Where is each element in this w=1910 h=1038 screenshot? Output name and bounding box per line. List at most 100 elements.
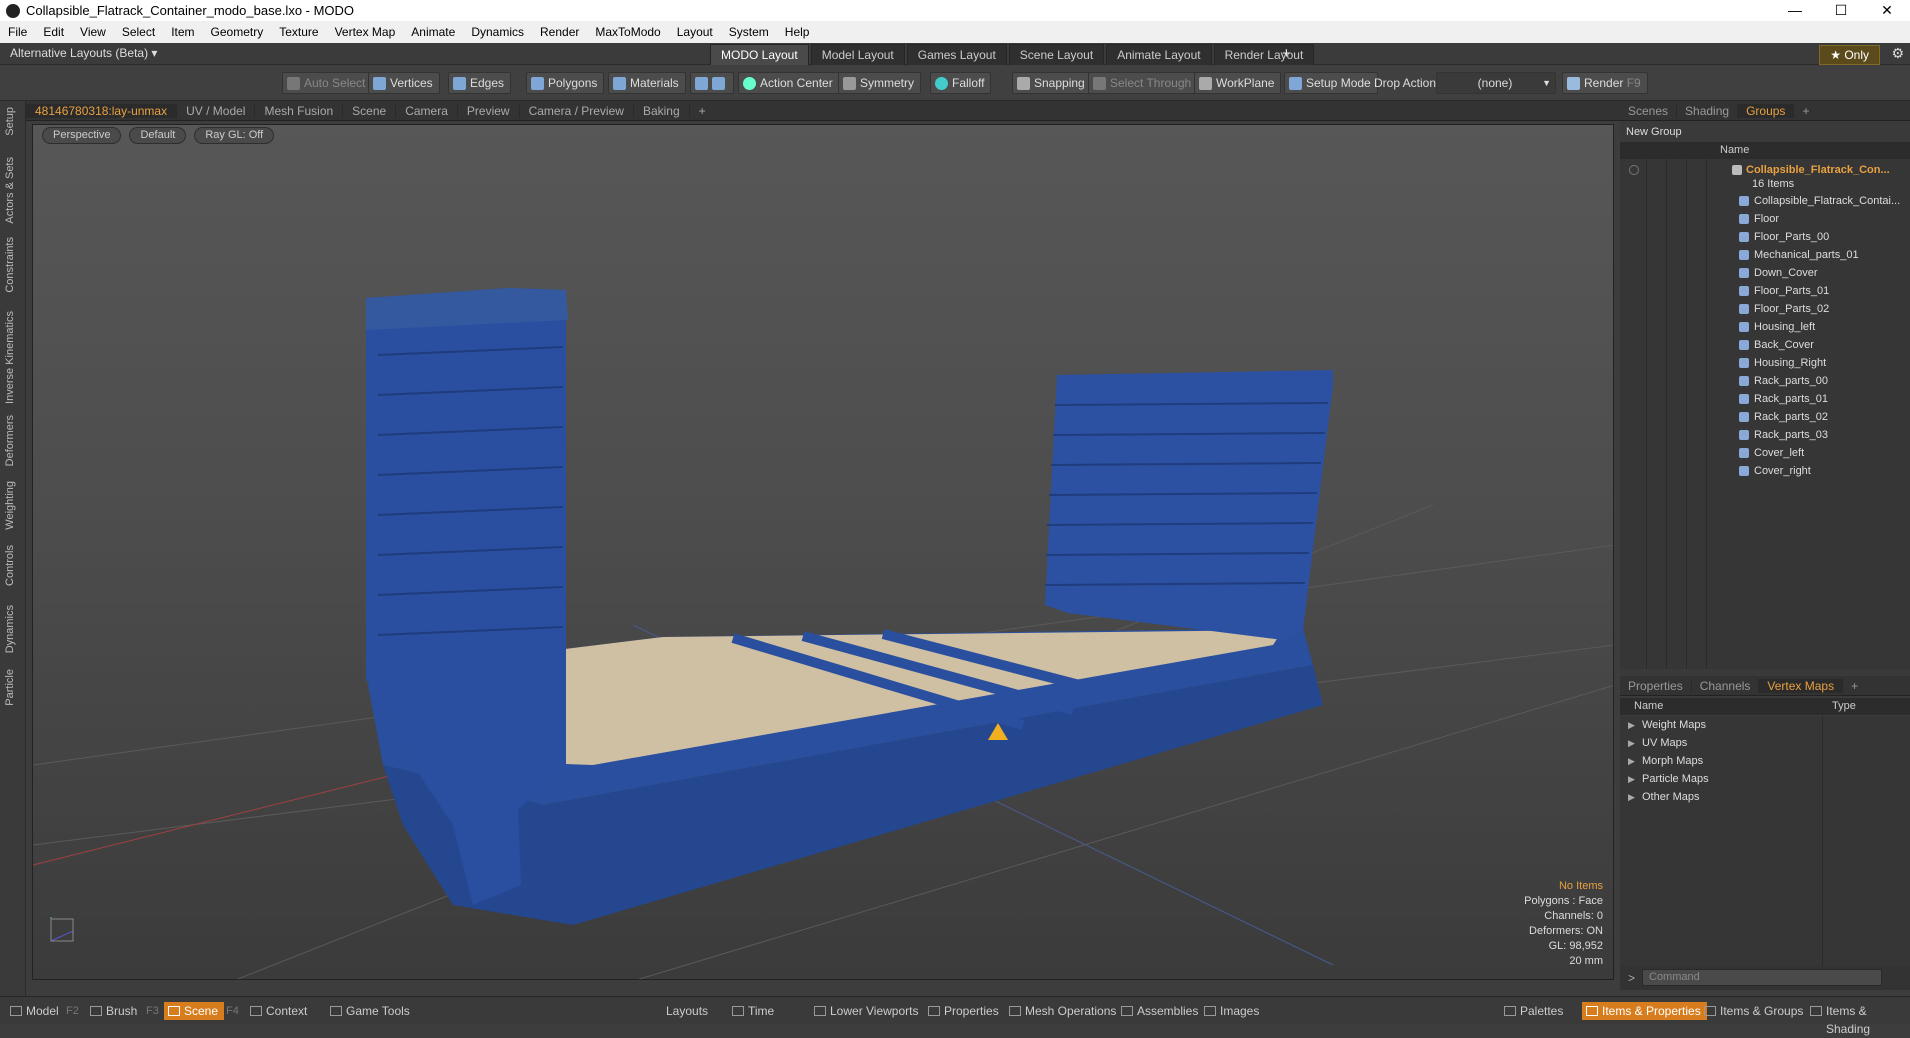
- tree-item[interactable]: Rack_parts_00: [1620, 372, 1910, 390]
- menu-system[interactable]: System: [721, 25, 777, 39]
- layouts-button[interactable]: Layouts: [660, 1002, 714, 1020]
- only-button[interactable]: ★ Only: [1819, 45, 1880, 65]
- tab-camera-preview[interactable]: Camera / Preview: [520, 103, 634, 118]
- tree-item[interactable]: Housing_Right: [1620, 354, 1910, 372]
- list-item[interactable]: ▶ Other Maps: [1620, 788, 1910, 806]
- menu-dynamics[interactable]: Dynamics: [463, 25, 532, 39]
- tab-uv-model[interactable]: UV / Model: [177, 103, 256, 118]
- vtab-deformers[interactable]: Deformers: [4, 415, 16, 466]
- vertices-button[interactable]: Vertices: [368, 72, 440, 94]
- tab-shading[interactable]: Shading: [1677, 103, 1739, 118]
- select-through-button[interactable]: Select Through: [1088, 72, 1199, 94]
- gear-icon[interactable]: ⚙: [1891, 45, 1904, 62]
- shading-default-button[interactable]: Default: [129, 126, 187, 144]
- maximize-button[interactable]: ☐: [1818, 0, 1864, 21]
- list-item[interactable]: ▶ Weight Maps: [1620, 716, 1910, 734]
- workplane-button[interactable]: WorkPlane: [1194, 72, 1282, 94]
- expand-icon[interactable]: ▶: [1628, 716, 1635, 734]
- tab-modo-layout[interactable]: MODO Layout: [710, 44, 809, 66]
- selection-mode-buttons[interactable]: [690, 72, 734, 94]
- expand-icon[interactable]: ▶: [1628, 734, 1635, 752]
- tab-render-layout[interactable]: Render Layout: [1213, 44, 1315, 66]
- symmetry-button[interactable]: Symmetry: [838, 72, 921, 94]
- items-shading-button[interactable]: Items & Shading: [1806, 1002, 1910, 1036]
- auto-select-button[interactable]: Auto Select: [282, 72, 373, 94]
- action-center-button[interactable]: Action Center: [738, 72, 840, 94]
- tab-scenes[interactable]: Scenes: [1620, 103, 1678, 118]
- tree-item[interactable]: Back_Cover: [1620, 336, 1910, 354]
- items-groups-button[interactable]: Items & Groups: [1700, 1002, 1809, 1020]
- vtab-dynamics[interactable]: Dynamics: [4, 605, 16, 653]
- game-tools-button[interactable]: Game Tools: [326, 1002, 416, 1020]
- scene-button[interactable]: Scene: [164, 1002, 225, 1020]
- list-item[interactable]: ▶ Particle Maps: [1620, 770, 1910, 788]
- render-button[interactable]: Render F9: [1562, 72, 1648, 94]
- expand-icon[interactable]: ▶: [1628, 770, 1635, 788]
- materials-button[interactable]: Materials: [608, 72, 686, 94]
- tree-item[interactable]: Floor_Parts_02: [1620, 300, 1910, 318]
- lower-viewports-button[interactable]: Lower Viewports: [810, 1002, 925, 1020]
- close-button[interactable]: ✕: [1864, 0, 1910, 21]
- tree-item[interactable]: Floor_Parts_01: [1620, 282, 1910, 300]
- tab-model-layout[interactable]: Model Layout: [810, 44, 905, 66]
- add-viewport-tab-button[interactable]: +: [690, 104, 715, 118]
- polygons-button[interactable]: Polygons: [526, 72, 605, 94]
- mesh-operations-button[interactable]: Mesh Operations: [1005, 1002, 1122, 1020]
- add-props-tab-button[interactable]: +: [1843, 679, 1866, 693]
- tree-item[interactable]: Cover_left: [1620, 444, 1910, 462]
- tree-item[interactable]: Mechanical_parts_01: [1620, 246, 1910, 264]
- list-item[interactable]: ▶ Morph Maps: [1620, 752, 1910, 770]
- new-group-button[interactable]: New Group: [1620, 123, 1910, 141]
- command-input[interactable]: Command: [1642, 969, 1882, 986]
- visibility-icon[interactable]: [1629, 165, 1639, 175]
- add-panel-tab-button[interactable]: +: [1794, 104, 1817, 118]
- menu-edit[interactable]: Edit: [35, 25, 72, 39]
- menu-item[interactable]: Item: [163, 25, 202, 39]
- vtab-actors-sets[interactable]: Actors & Sets: [4, 157, 16, 224]
- setup-mode-button[interactable]: Setup Mode: [1284, 72, 1378, 94]
- expand-icon[interactable]: ▶: [1628, 788, 1635, 806]
- snapping-button[interactable]: Snapping: [1012, 72, 1092, 94]
- tab-animate-layout[interactable]: Animate Layout: [1106, 44, 1212, 66]
- add-layout-button[interactable]: +: [1282, 45, 1291, 62]
- tree-item[interactable]: Cover_right: [1620, 462, 1910, 480]
- vtab-weighting[interactable]: Weighting: [4, 481, 16, 530]
- items-properties-button[interactable]: Items & Properties: [1582, 1002, 1707, 1020]
- tab-vertex-maps[interactable]: Vertex Maps: [1759, 678, 1844, 693]
- time-button[interactable]: Time: [728, 1002, 780, 1020]
- tab-games-layout[interactable]: Games Layout: [906, 44, 1007, 66]
- menu-layout[interactable]: Layout: [669, 25, 721, 39]
- tab-preview[interactable]: Preview: [458, 103, 520, 118]
- tab-lay-unmax[interactable]: 48146780318:lay-unmax: [26, 103, 178, 118]
- brush-button[interactable]: Brush: [86, 1002, 143, 1020]
- tab-properties[interactable]: Properties: [1620, 678, 1692, 693]
- tree-item[interactable]: Rack_parts_01: [1620, 390, 1910, 408]
- view-perspective-button[interactable]: Perspective: [42, 126, 122, 144]
- menu-help[interactable]: Help: [777, 25, 818, 39]
- tree-item[interactable]: Rack_parts_02: [1620, 408, 1910, 426]
- menu-view[interactable]: View: [72, 25, 114, 39]
- tab-channels[interactable]: Channels: [1692, 678, 1760, 693]
- menu-select[interactable]: Select: [114, 25, 163, 39]
- tree-item[interactable]: Floor: [1620, 210, 1910, 228]
- model-button[interactable]: Model: [6, 1002, 65, 1020]
- 3d-viewport[interactable]: No Items Polygons : Face Channels: 0 Def…: [32, 124, 1614, 980]
- palettes-button[interactable]: Palettes: [1500, 1002, 1569, 1020]
- tree-item[interactable]: Floor_Parts_00: [1620, 228, 1910, 246]
- assemblies-button[interactable]: Assemblies: [1117, 1002, 1204, 1020]
- tree-item[interactable]: Down_Cover: [1620, 264, 1910, 282]
- tab-groups[interactable]: Groups: [1738, 103, 1795, 118]
- alternative-layouts-dropdown[interactable]: Alternative Layouts (Beta) ▾: [10, 46, 157, 60]
- expand-icon[interactable]: ▶: [1628, 752, 1635, 770]
- tab-mesh-fusion[interactable]: Mesh Fusion: [255, 103, 344, 118]
- images-button[interactable]: Images: [1200, 1002, 1265, 1020]
- vtab-setup[interactable]: Setup: [4, 107, 16, 136]
- tree-item[interactable]: Rack_parts_03: [1620, 426, 1910, 444]
- context-button[interactable]: Context: [246, 1002, 313, 1020]
- falloff-button[interactable]: Falloff: [930, 72, 992, 94]
- menu-maxtomodo[interactable]: MaxToModo: [587, 25, 668, 39]
- vtab-constraints[interactable]: Constraints: [4, 237, 16, 293]
- tree-item[interactable]: Housing_left: [1620, 318, 1910, 336]
- vtab-particle[interactable]: Particle: [4, 669, 16, 706]
- vtab-inverse-kinematics[interactable]: Inverse Kinematics: [4, 311, 16, 404]
